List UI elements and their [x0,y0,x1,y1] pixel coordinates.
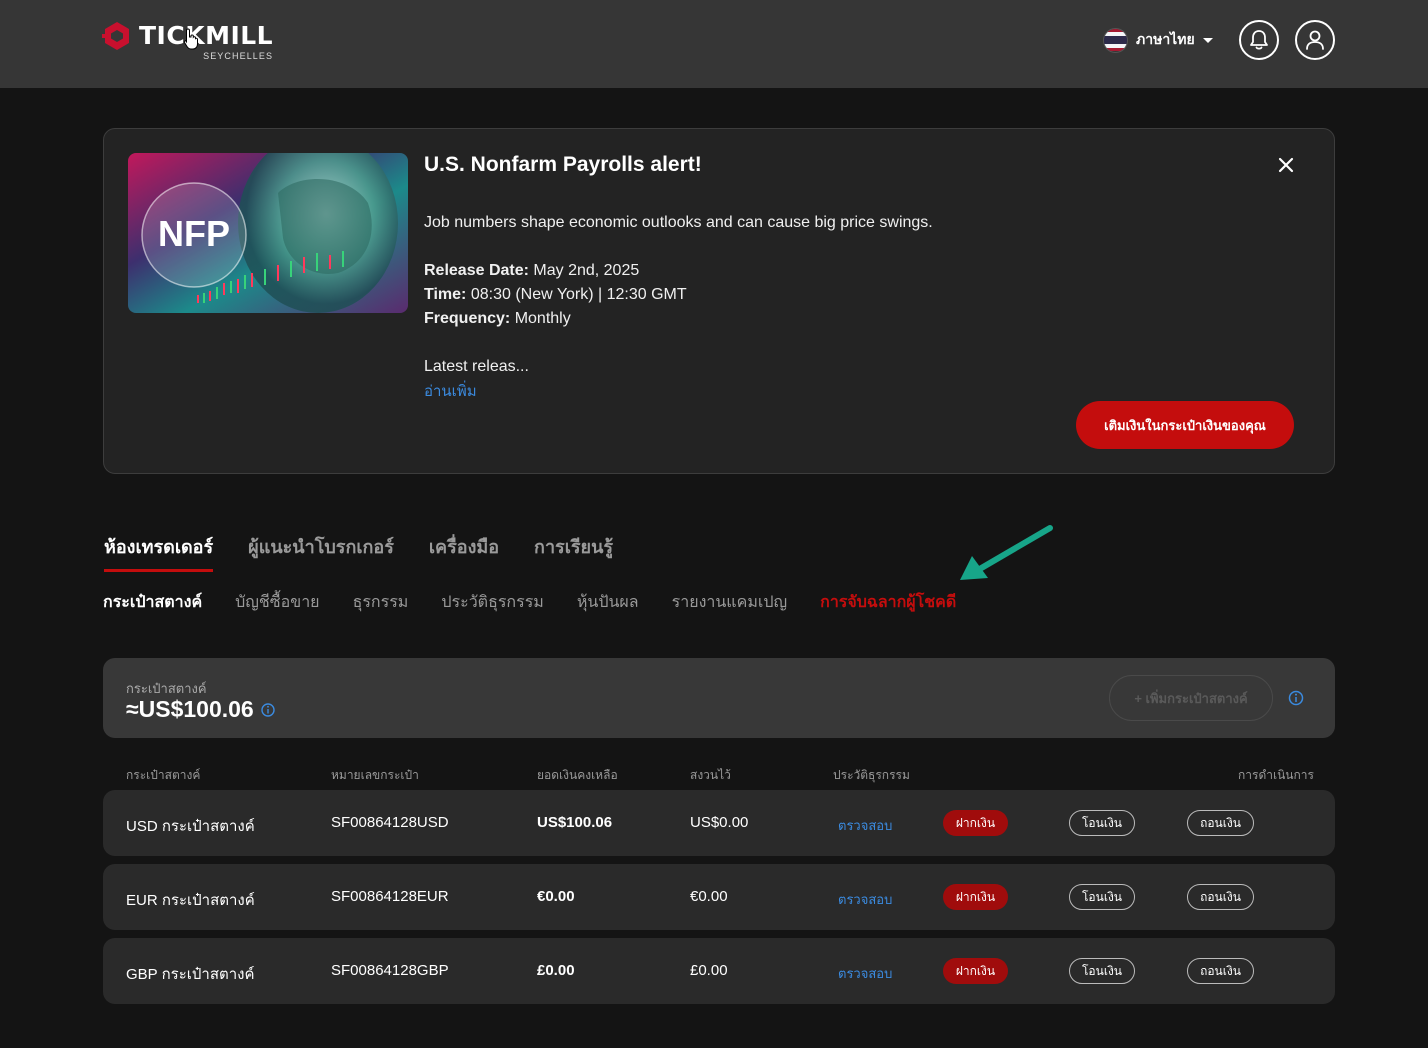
transfer-button[interactable]: โอนเงิน [1069,810,1135,836]
latest-release-text: Latest releas... [424,358,529,375]
user-icon [1306,30,1324,50]
wallet-number: SF00864128GBP [331,962,449,979]
header-reserved: สงวนไว้ [690,768,731,782]
logo-sub: SEYCHELLES [203,51,274,61]
time-line: Time: 08:30 (New York) | 12:30 GMT [424,286,687,303]
header-wallet-number: หมายเลขกระเป๋า [331,768,419,782]
table-row: GBP กระเป๋าสตางค์ SF00864128GBP £0.00 £0… [103,938,1335,1004]
language-label: ภาษาไทย [1136,31,1195,47]
header-history: ประวัติธุรกรรม [833,768,910,782]
subtab-trading-accounts[interactable]: บัญชีซื้อขาย [235,590,319,615]
bell-icon [1250,30,1268,50]
wallet-total: ≈US$100.06 [126,696,275,723]
top-bar: TICKMILL SEYCHELLES ภาษาไทย [0,0,1428,88]
wallet-reserved: £0.00 [690,962,728,979]
wallet-reserved: €0.00 [690,888,728,905]
release-date-line: Release Date: May 2nd, 2025 [424,262,640,279]
main-tabs: ห้องเทรดเดอร์ ผู้แนะนำโบรกเกอร์ เครื่องม… [104,532,648,572]
subtab-transaction-history[interactable]: ประวัติธุรกรรม [441,590,544,615]
tab-education[interactable]: การเรียนรู้ [534,532,613,572]
tab-traders-room[interactable]: ห้องเทรดเดอร์ [104,532,214,572]
hand-cursor-icon [183,28,198,50]
withdraw-button[interactable]: ถอนเงิน [1187,958,1254,984]
table-row: EUR กระเป๋าสตางค์ SF00864128EUR €0.00 €0… [103,864,1335,930]
header-actions: การดำเนินการ [1238,768,1314,782]
promo-card: NFP U.S. Nonfarm Payrolls alert! Job num… [103,128,1335,474]
close-icon[interactable] [1276,155,1296,175]
wallet-name: EUR กระเป๋าสตางค์ [126,892,255,909]
wallet-balance: US$100.06 [537,814,613,831]
transfer-button[interactable]: โอนเงิน [1069,958,1135,984]
tab-tools[interactable]: เครื่องมือ [429,532,499,572]
language-selector[interactable]: ภาษาไทย [1103,27,1213,53]
table-row: USD กระเป๋าสตางค์ SF00864128USD US$100.0… [103,790,1335,856]
chevron-down-icon [1202,37,1213,43]
deposit-button[interactable]: ฝากเงิน [943,958,1008,984]
wallet-balance: £0.00 [537,962,575,979]
add-wallet-button[interactable]: + เพิ่มกระเป๋าสตางค์ [1109,675,1273,721]
wallet-name: USD กระเป๋าสตางค์ [126,818,255,835]
transfer-button[interactable]: โอนเงิน [1069,884,1135,910]
sub-tabs: กระเป๋าสตางค์ บัญชีซื้อขาย ธุรกรรม ประวั… [103,590,989,615]
wallet-total-value: ≈US$100.06 [126,696,254,722]
read-more-link[interactable]: อ่านเพิ่ม [424,379,477,403]
tab-introducing-broker[interactable]: ผู้แนะนำโบรกเกอร์ [248,532,394,572]
verify-history-link[interactable]: ตรวจสอบ [838,815,892,836]
subtab-lucky-draw[interactable]: การจับฉลากผู้โชคดี [820,590,956,615]
subtab-transactions[interactable]: ธุรกรรม [353,590,409,615]
promo-description: Job numbers shape economic outlooks and … [424,214,933,231]
annotation-arrow-icon [960,525,1053,580]
wallet-number: SF00864128USD [331,814,449,831]
deposit-button[interactable]: ฝากเงิน [943,884,1008,910]
wallet-reserved: US$0.00 [690,814,749,831]
notifications-button[interactable] [1239,20,1279,60]
deposit-button[interactable]: ฝากเงิน [943,810,1008,836]
subtab-dividends[interactable]: หุ้นปันผล [577,590,639,615]
wallet-name: GBP กระเป๋าสตางค์ [126,966,255,983]
info-icon[interactable] [1288,690,1304,706]
tickmill-logo-icon [102,22,129,50]
top-up-wallet-button[interactable]: เติมเงินในกระเป๋าเงินของคุณ [1076,401,1294,449]
promo-image: NFP [128,153,408,313]
withdraw-button[interactable]: ถอนเงิน [1187,884,1254,910]
wallet-balance: €0.00 [537,888,575,905]
wallet-number: SF00864128EUR [331,888,449,905]
header-balance: ยอดเงินคงเหลือ [537,768,618,782]
promo-title: U.S. Nonfarm Payrolls alert! [424,153,702,176]
withdraw-button[interactable]: ถอนเงิน [1187,810,1254,836]
subtab-wallets[interactable]: กระเป๋าสตางค์ [103,590,202,615]
promo-body: Job numbers shape economic outlooks and … [424,211,933,379]
logo-word: TICKMILL [139,21,274,50]
wallet-table-header: กระเป๋าสตางค์ หมายเลขกระเป๋า ยอดเงินคงเห… [103,766,1335,782]
promo-image-label: NFP [158,213,230,254]
profile-button[interactable] [1295,20,1335,60]
frequency-line: Frequency: Monthly [424,310,571,327]
info-icon[interactable] [261,702,275,717]
wallet-summary: กระเป๋าสตางค์ ≈US$100.06 + เพิ่มกระเป๋าส… [103,658,1335,738]
header-wallet: กระเป๋าสตางค์ [126,768,201,782]
thailand-flag-icon [1103,27,1128,53]
subtab-campaign-report[interactable]: รายงานแคมเปญ [672,590,788,615]
verify-history-link[interactable]: ตรวจสอบ [838,889,892,910]
verify-history-link[interactable]: ตรวจสอบ [838,963,892,984]
